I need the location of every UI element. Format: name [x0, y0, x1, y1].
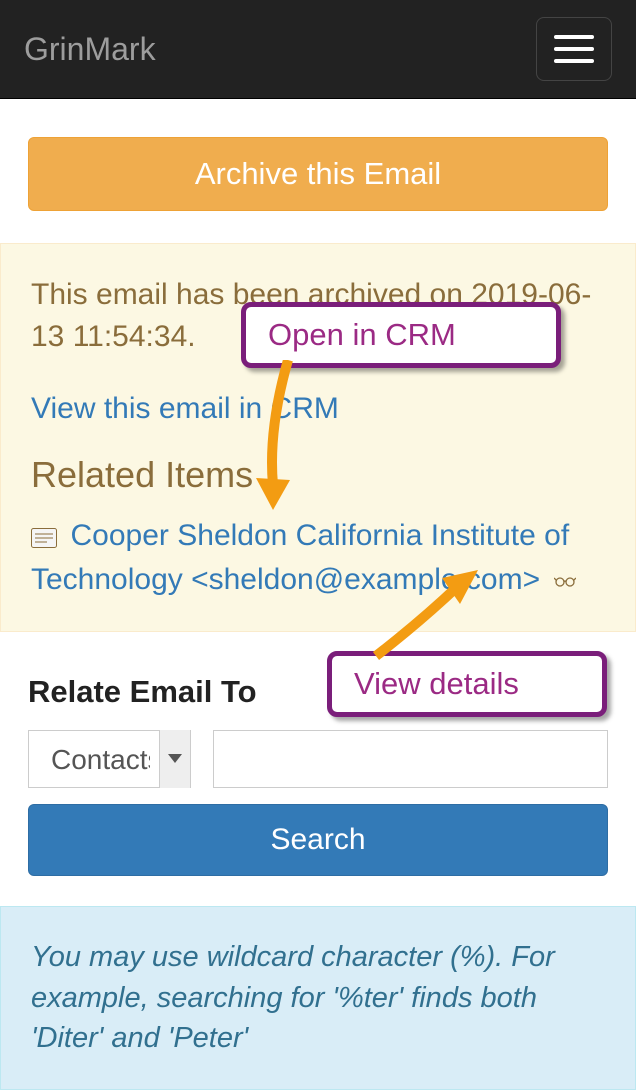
related-items-heading: Related Items	[31, 454, 605, 496]
relate-type-select-wrap: Contacts	[28, 730, 191, 788]
archive-email-button[interactable]: Archive this Email	[28, 137, 608, 211]
relate-search-input[interactable]	[213, 730, 608, 788]
wildcard-hint-panel: You may use wildcard character (%). For …	[0, 906, 636, 1090]
brand[interactable]: GrinMark	[24, 31, 156, 68]
navbar: GrinMark	[0, 0, 636, 99]
contact-card-icon	[31, 528, 57, 548]
callout-view-details: View details	[327, 651, 607, 717]
related-item: Cooper Sheldon California Institute of T…	[31, 514, 605, 601]
callout-open-in-crm: Open in CRM	[241, 302, 561, 368]
search-button[interactable]: Search	[28, 804, 608, 876]
related-contact-link[interactable]: Cooper Sheldon California Institute of T…	[31, 519, 569, 596]
relate-type-select[interactable]: Contacts	[28, 730, 191, 788]
view-email-in-crm-link[interactable]: View this email in CRM	[31, 392, 339, 425]
view-details-icon[interactable]	[554, 574, 576, 588]
hamburger-menu-button[interactable]	[536, 17, 612, 81]
